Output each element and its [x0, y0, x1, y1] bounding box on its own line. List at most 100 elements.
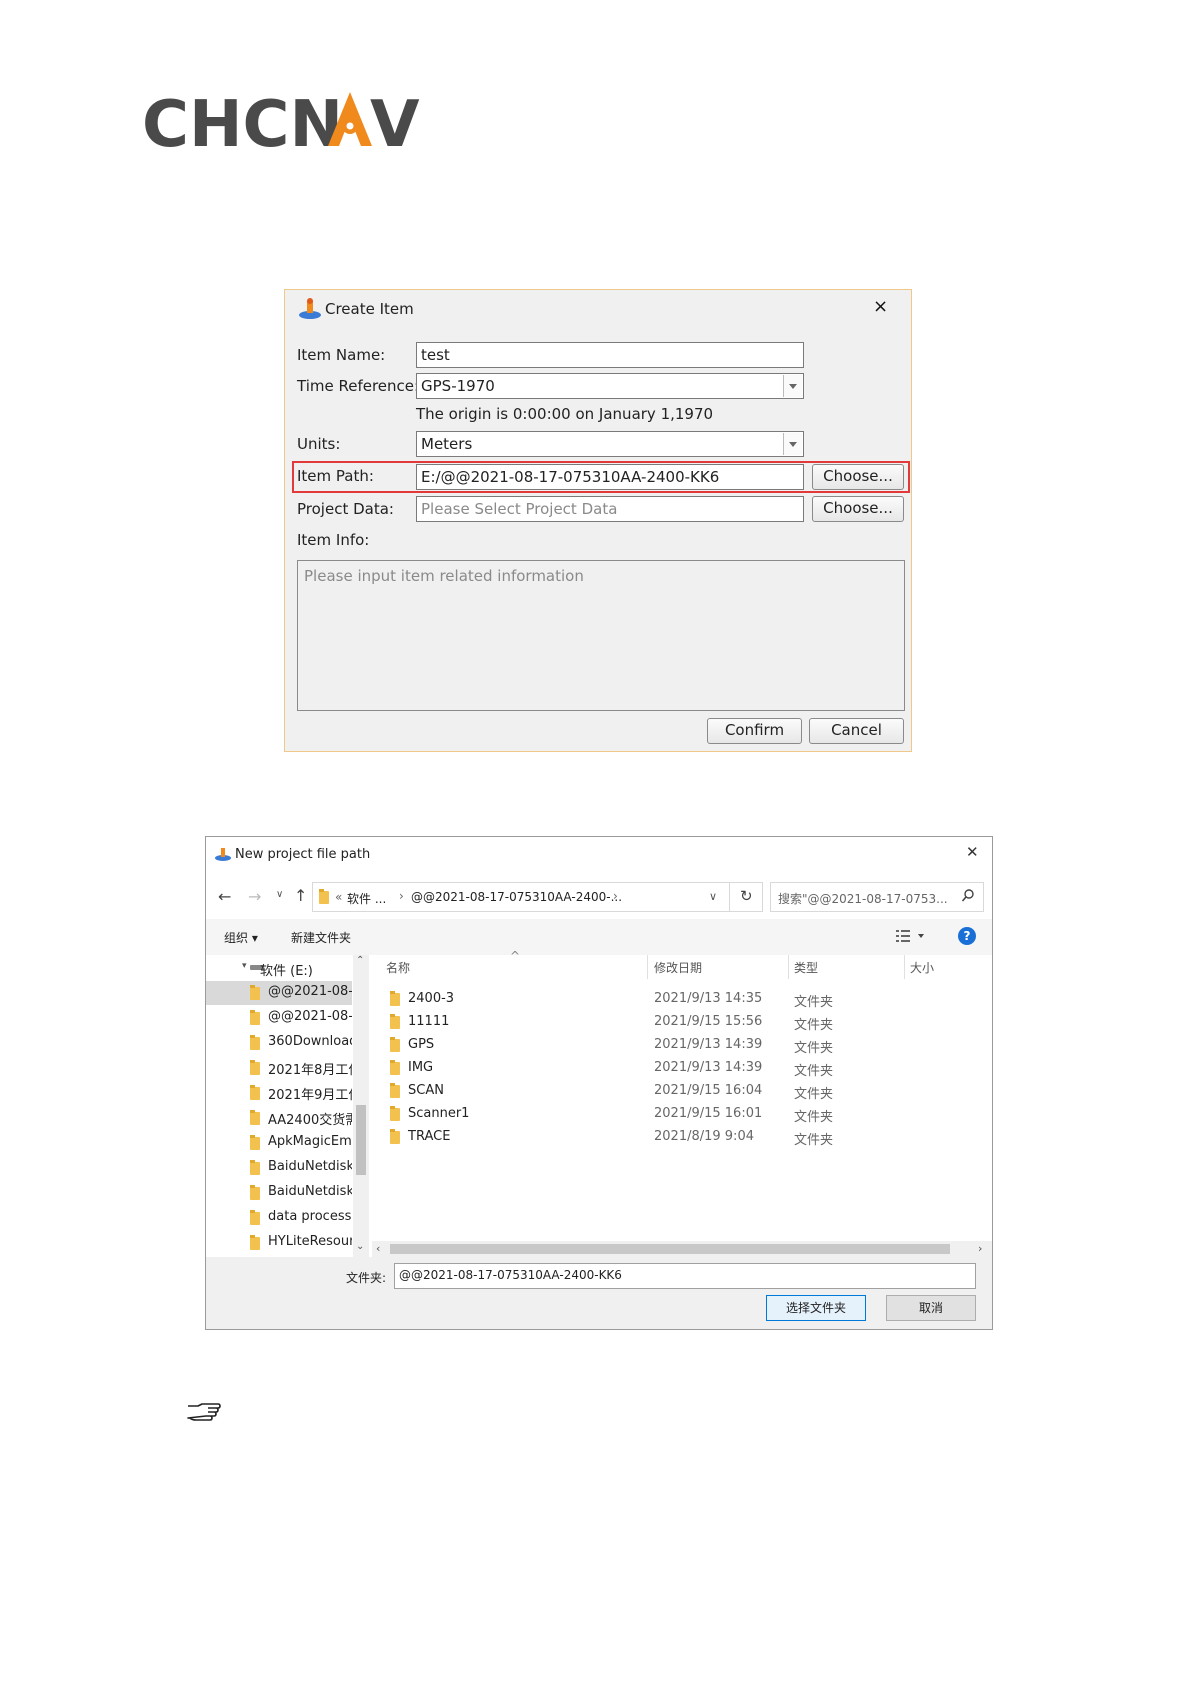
row-date: 2021/9/15 16:01	[654, 1106, 763, 1121]
chevron-down-icon[interactable]	[783, 433, 802, 455]
item-name-input[interactable]: test	[416, 342, 804, 368]
up-arrow-icon[interactable]: ↑	[294, 886, 307, 905]
select-folder-button[interactable]: 选择文件夹	[766, 1295, 866, 1321]
file-list: 名称 ^ 修改日期 类型 大小 2400-3 2021/9/13 14:35 文件夹…	[372, 949, 992, 1257]
time-reference-select[interactable]: GPS-1970	[416, 373, 804, 399]
tree-item[interactable]: 360Download	[206, 1031, 352, 1055]
row-name: GPS	[408, 1037, 435, 1052]
tree-item-label: ApkMagicEmu	[268, 1134, 352, 1149]
table-row[interactable]: TRACE 2021/8/19 9:04 文件夹	[386, 1127, 946, 1149]
chevron-down-icon[interactable]: ∨	[276, 889, 283, 900]
table-row[interactable]: Scanner1 2021/9/15 16:01 文件夹	[386, 1104, 946, 1126]
tree-item[interactable]: BaiduNetdiskW	[206, 1181, 352, 1205]
chevron-down-icon[interactable]: ∨	[709, 890, 717, 903]
tree-item[interactable]: 2021年8月工作	[206, 1056, 352, 1080]
tree-item[interactable]: AA2400交货需	[206, 1106, 352, 1130]
project-data-choose-button[interactable]: Choose...	[812, 496, 904, 522]
item-path-choose-button[interactable]: Choose...	[812, 464, 904, 490]
units-select[interactable]: Meters	[416, 431, 804, 457]
column-name[interactable]: 名称	[386, 959, 410, 976]
item-name-label: Item Name:	[297, 346, 386, 364]
breadcrumb-prefix: «	[335, 890, 343, 904]
close-icon[interactable]: ×	[873, 296, 888, 317]
project-data-input[interactable]: Please Select Project Data	[416, 496, 804, 522]
column-size[interactable]: 大小	[910, 959, 934, 976]
cancel-button[interactable]: Cancel	[809, 718, 904, 744]
confirm-button[interactable]: Confirm	[707, 718, 802, 744]
tree-item[interactable]: ApkMagicEmu	[206, 1131, 352, 1155]
row-name: 2400-3	[408, 991, 455, 1006]
pointing-hand-icon	[186, 1402, 222, 1422]
chevron-down-icon[interactable]	[783, 375, 802, 397]
chcnav-logo: CHCN V	[142, 86, 432, 162]
close-icon[interactable]: ✕	[966, 843, 979, 861]
folder-icon	[250, 1135, 260, 1150]
organize-button[interactable]: 组织 ▾	[224, 929, 258, 946]
expand-icon[interactable]: ▾	[242, 961, 247, 971]
address-bar[interactable]: « 软件 ... › @@2021-08-17-075310AA-2400-..…	[312, 882, 730, 912]
tree-item-label: @@2021-08-1	[268, 984, 352, 999]
column-type[interactable]: 类型	[794, 959, 818, 976]
column-date[interactable]: 修改日期	[654, 959, 702, 976]
row-type: 文件夹	[794, 1064, 834, 1079]
tree-scrollbar[interactable]: ⌃ ⌄	[353, 955, 369, 1257]
folder-icon	[250, 1110, 260, 1125]
app-icon	[214, 845, 232, 863]
breadcrumb-parent[interactable]: 软件 ...	[347, 890, 386, 907]
tree-item[interactable]: @@2021-08-1	[206, 1006, 352, 1030]
refresh-button[interactable]: ↻	[729, 882, 763, 912]
row-type: 文件夹	[794, 1018, 834, 1033]
scroll-thumb[interactable]	[390, 1244, 950, 1254]
chevron-right-icon[interactable]: ›	[613, 889, 618, 903]
table-row[interactable]: 2400-3 2021/9/13 14:35 文件夹	[386, 989, 946, 1011]
dialog-title: Create Item	[325, 300, 414, 318]
breadcrumb-current[interactable]: @@2021-08-17-075310AA-2400-...	[411, 890, 622, 904]
back-arrow-icon[interactable]: ←	[218, 887, 231, 906]
chevron-right-icon[interactable]: ›	[399, 889, 404, 903]
folder-icon	[390, 1060, 400, 1075]
row-type: 文件夹	[794, 1110, 834, 1125]
folder-label: 文件夹:	[346, 1271, 387, 1285]
folder-icon	[250, 1035, 260, 1050]
forward-arrow-icon[interactable]: →	[248, 887, 261, 906]
folder-name-input[interactable]: @@2021-08-17-075310AA-2400-KK6	[394, 1263, 976, 1289]
scroll-up-icon[interactable]: ⌃	[356, 955, 364, 966]
folder-icon	[250, 1085, 260, 1100]
tree-item[interactable]: HYLiteResour	[206, 1231, 352, 1255]
scroll-left-icon[interactable]: ‹	[376, 1242, 380, 1255]
list-scrollbar[interactable]: ‹ ›	[372, 1241, 992, 1257]
column-divider	[647, 955, 648, 979]
tree-root[interactable]: ▾ 软件 (E:)	[206, 957, 352, 981]
units-label: Units:	[297, 435, 341, 453]
item-path-label: Item Path:	[297, 467, 374, 485]
app-icon	[297, 296, 323, 322]
cancel-button[interactable]: 取消	[886, 1295, 976, 1321]
help-icon[interactable]: ?	[958, 927, 976, 945]
search-input[interactable]: 搜索"@@2021-08-17-0753...	[770, 882, 984, 912]
folder-icon	[390, 1014, 400, 1029]
item-info-textarea[interactable]: Please input item related information	[297, 560, 905, 711]
time-reference-value: GPS-1970	[421, 377, 495, 395]
search-icon[interactable]	[961, 888, 975, 907]
tree-item[interactable]: data process t	[206, 1206, 352, 1230]
scroll-right-icon[interactable]: ›	[978, 1242, 982, 1255]
table-row[interactable]: 11111 2021/9/15 15:56 文件夹	[386, 1012, 946, 1034]
item-path-input[interactable]: E:/@@2021-08-17-075310AA-2400-KK6	[416, 464, 804, 490]
table-row[interactable]: IMG 2021/9/13 14:39 文件夹	[386, 1058, 946, 1080]
row-name: Scanner1	[408, 1106, 470, 1121]
tree-item[interactable]: @@2021-08-1	[206, 981, 352, 1005]
row-type: 文件夹	[794, 1041, 834, 1056]
tree-item-label: 360Download	[268, 1034, 352, 1049]
table-row[interactable]: GPS 2021/9/13 14:39 文件夹	[386, 1035, 946, 1057]
folder-icon	[319, 889, 329, 904]
table-row[interactable]: SCAN 2021/9/15 16:04 文件夹	[386, 1081, 946, 1103]
folder-icon	[390, 991, 400, 1006]
tree-item[interactable]: BaiduNetdiskD	[206, 1156, 352, 1180]
scroll-thumb[interactable]	[356, 1105, 366, 1175]
scroll-down-icon[interactable]: ⌄	[356, 1241, 364, 1252]
new-folder-button[interactable]: 新建文件夹	[291, 929, 351, 946]
column-divider	[904, 955, 905, 979]
time-reference-label: Time Reference:	[297, 377, 420, 395]
tree-item[interactable]: 2021年9月工作	[206, 1081, 352, 1105]
view-options-icon[interactable]	[896, 929, 926, 946]
